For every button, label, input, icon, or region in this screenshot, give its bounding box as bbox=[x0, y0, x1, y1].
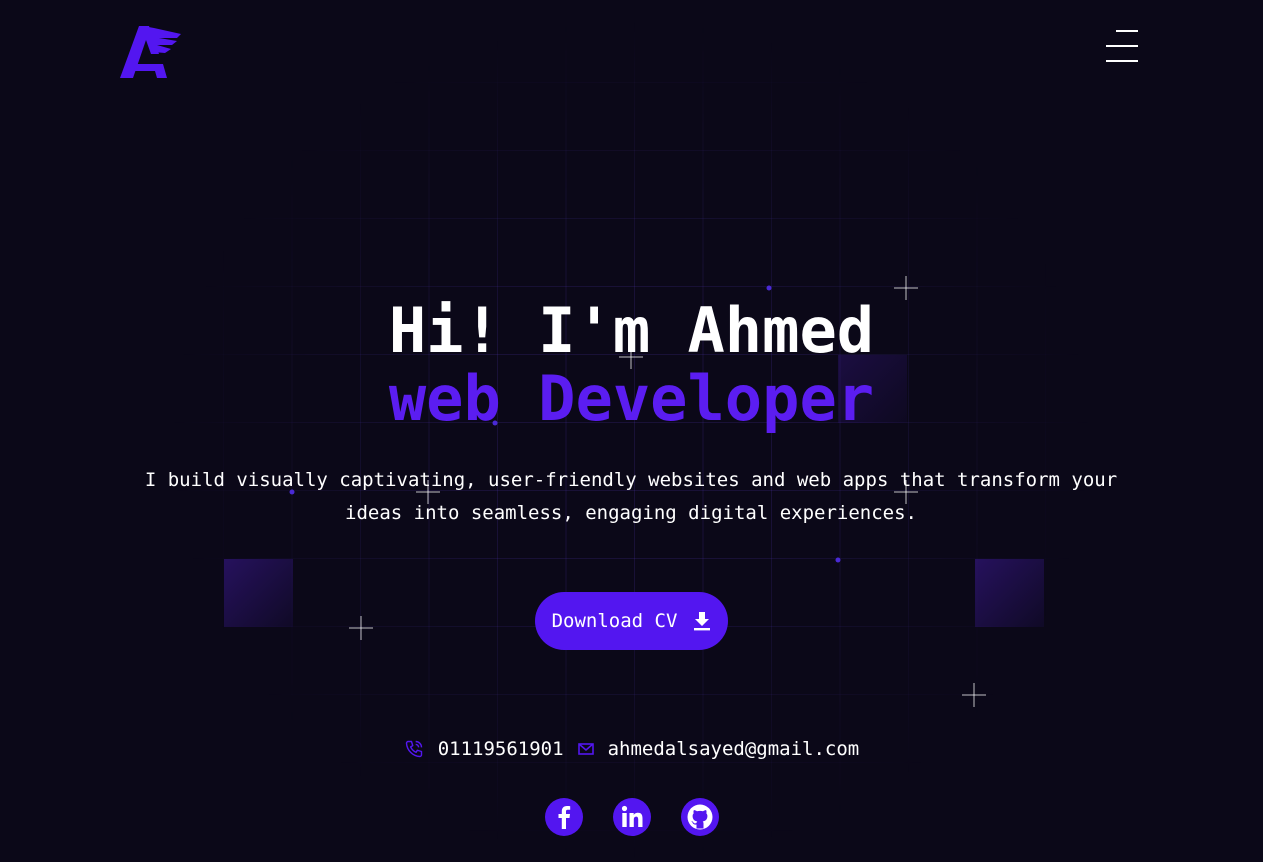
site-logo[interactable] bbox=[119, 22, 183, 80]
sparkle-decoration bbox=[962, 683, 986, 707]
download-icon bbox=[694, 612, 711, 631]
email-contact[interactable]: ahmedalsayed@gmail.com bbox=[577, 738, 860, 760]
hero-role: web Developer bbox=[388, 362, 875, 435]
menu-line bbox=[1106, 45, 1138, 47]
page: Hi! I'm Ahmed web Developer I build visu… bbox=[0, 0, 1263, 862]
glow-tile bbox=[975, 559, 1044, 627]
social-links bbox=[0, 798, 1263, 836]
facebook-link[interactable] bbox=[544, 798, 583, 836]
sparkle-decoration bbox=[349, 616, 373, 640]
download-cv-label: Download CV bbox=[551, 610, 678, 632]
phone-contact[interactable]: 01119561901 bbox=[404, 738, 564, 760]
facebook-icon bbox=[558, 806, 570, 829]
phone-icon bbox=[405, 740, 422, 758]
dot-decoration bbox=[835, 557, 841, 563]
phone-number[interactable]: 01119561901 bbox=[438, 738, 564, 760]
contact-info: 01119561901 ahmedalsayed@gmail.com bbox=[0, 738, 1263, 760]
glow-tile bbox=[224, 559, 293, 627]
download-cv-button[interactable]: Download CV bbox=[535, 592, 728, 650]
github-icon bbox=[687, 804, 712, 830]
linkedin-icon bbox=[621, 805, 642, 827]
menu-line bbox=[1116, 30, 1138, 32]
github-link[interactable] bbox=[680, 798, 719, 836]
winged-a-logo-icon bbox=[120, 26, 181, 78]
menu-line bbox=[1106, 60, 1138, 62]
dot-decoration bbox=[766, 285, 772, 291]
hero-description: I build visually captivating, user-frien… bbox=[144, 469, 1118, 524]
hero-greeting: Hi! I'm Ahmed bbox=[388, 294, 875, 367]
hamburger-menu-icon[interactable] bbox=[1104, 28, 1140, 64]
mail-icon bbox=[577, 743, 594, 755]
linkedin-link[interactable] bbox=[612, 798, 651, 836]
email-address[interactable]: ahmedalsayed@gmail.com bbox=[608, 738, 860, 760]
